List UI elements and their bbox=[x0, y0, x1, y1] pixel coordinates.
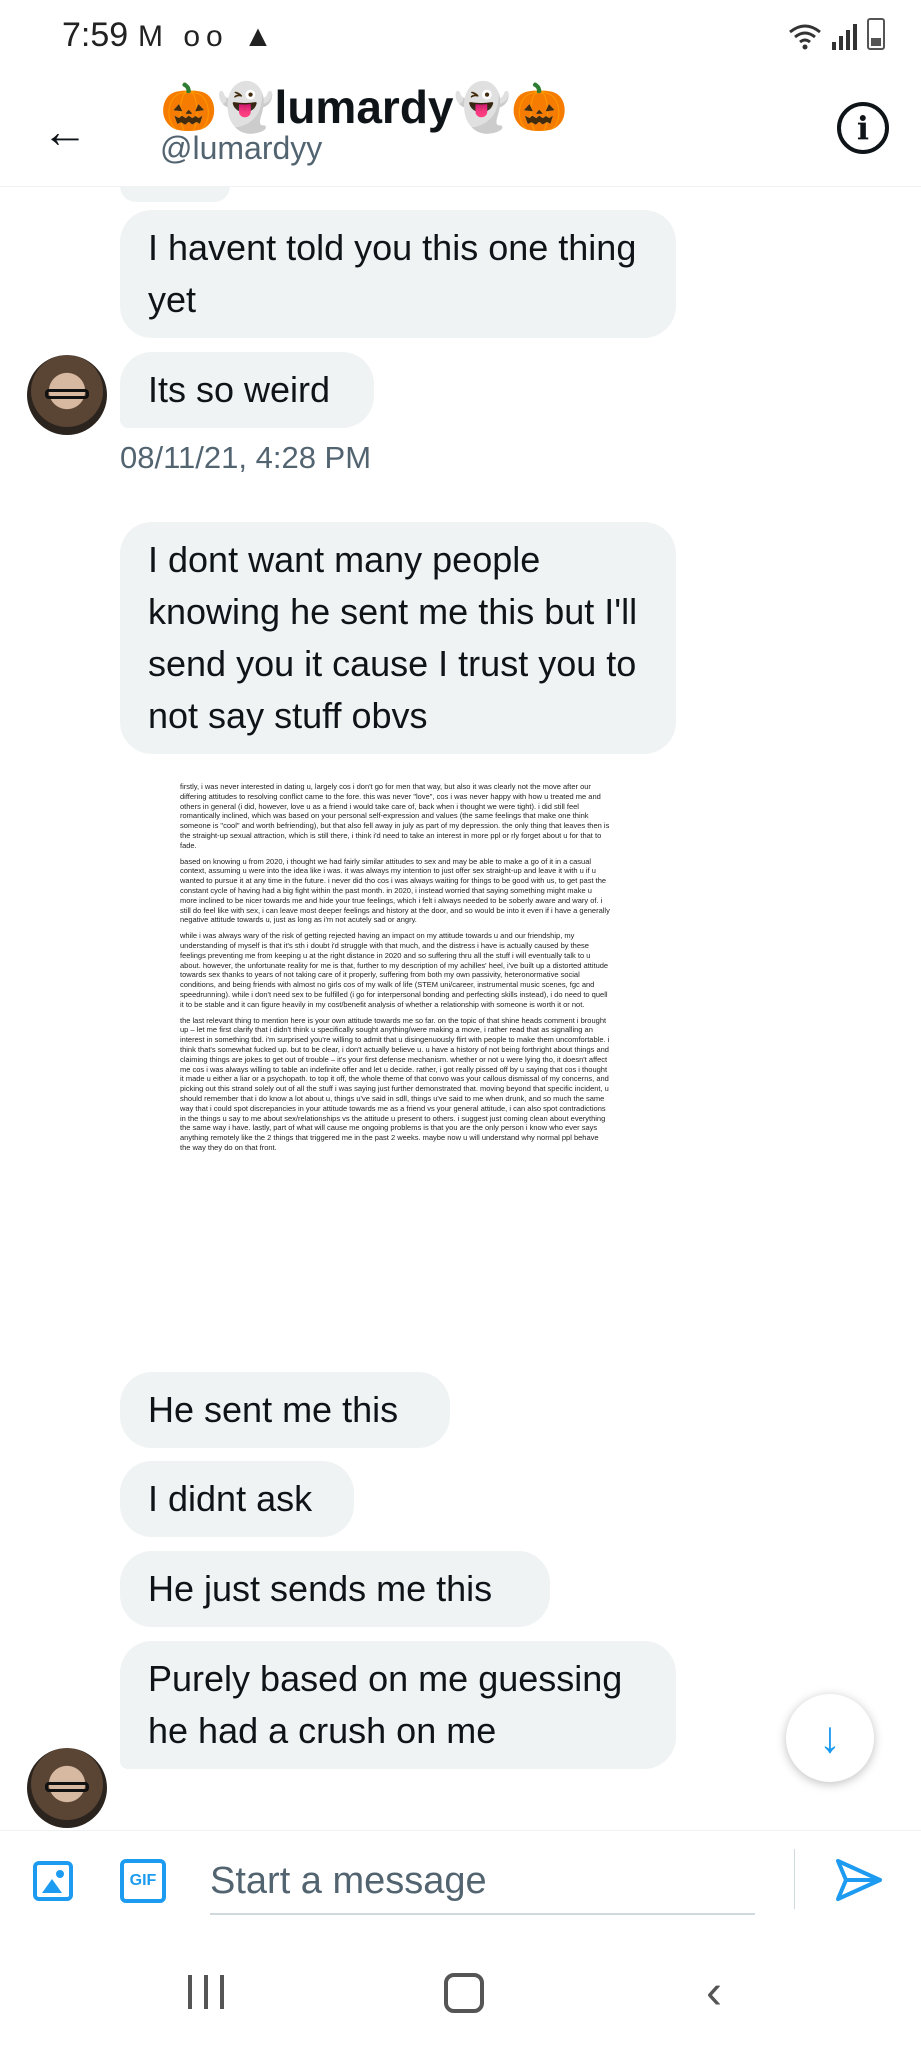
conversation-handle[interactable]: @lumardyy bbox=[160, 130, 322, 167]
home-icon[interactable] bbox=[444, 1973, 484, 2013]
battery-icon bbox=[867, 18, 885, 50]
attachment-paragraph: the last relevant thing to mention here … bbox=[180, 1015, 610, 1152]
message-bubble[interactable]: I dont want many people knowing he sent … bbox=[120, 522, 676, 754]
gif-icon[interactable]: GIF bbox=[120, 1859, 166, 1903]
system-back-icon[interactable]: ‹ bbox=[706, 1965, 722, 2020]
back-arrow-icon[interactable]: ← bbox=[42, 104, 88, 158]
signal-icon bbox=[832, 24, 857, 50]
message-bubble[interactable]: I didnt ask bbox=[120, 1461, 354, 1537]
attachment-paragraph: based on knowing u from 2020, i thought … bbox=[180, 856, 610, 925]
message-text: Its so weird bbox=[148, 369, 331, 410]
avatar[interactable] bbox=[27, 1748, 107, 1828]
recent-apps-icon[interactable] bbox=[188, 1975, 224, 2009]
message-input[interactable] bbox=[210, 1849, 755, 1915]
message-text: I havent told you this one thing yet bbox=[148, 227, 637, 320]
gif-label: GIF bbox=[129, 1872, 157, 1889]
conversation-title[interactable]: 🎃👻lumardy👻🎃 bbox=[160, 80, 568, 135]
message-bubble[interactable]: Purely based on me guessing he had a cru… bbox=[120, 1641, 676, 1769]
attachment-paragraph: firstly, i was never interested in datin… bbox=[180, 782, 610, 850]
scroll-to-bottom-button[interactable]: ↓ bbox=[786, 1694, 874, 1782]
status-right-icons bbox=[788, 18, 885, 50]
avatar[interactable] bbox=[27, 355, 107, 435]
message-bubble[interactable]: Its so weird bbox=[120, 352, 374, 428]
system-navigation-bar: ‹ bbox=[0, 1935, 921, 2048]
message-text: I dont want many people knowing he sent … bbox=[148, 539, 638, 736]
status-bar: 7:59 M oo ▲ bbox=[0, 0, 921, 80]
message-text: He just sends me this bbox=[148, 1568, 493, 1609]
attachment-paragraph: while i was always wary of the risk of g… bbox=[180, 931, 609, 1009]
gmail-icon: M bbox=[138, 20, 169, 53]
arrow-down-icon: ↓ bbox=[819, 1713, 841, 1762]
wifi-icon bbox=[789, 24, 821, 50]
conversation-header: ← 🎃👻lumardy👻🎃 @lumardyy i bbox=[0, 80, 921, 187]
status-left-icons: M oo ▲ bbox=[138, 20, 279, 54]
message-text: He sent me this bbox=[148, 1389, 399, 1430]
message-text: I didnt ask bbox=[148, 1478, 313, 1519]
message-bubble[interactable]: He just sends me this bbox=[120, 1551, 550, 1627]
navigation-icon: ▲ bbox=[243, 20, 279, 53]
status-time: 7:59 bbox=[62, 16, 129, 54]
info-icon[interactable]: i bbox=[837, 102, 889, 154]
attachment-document: firstly, i was never interested in datin… bbox=[180, 782, 610, 1159]
image-attachment[interactable]: firstly, i was never interested in datin… bbox=[120, 770, 640, 1350]
message-text: Purely based on me guessing he had a cru… bbox=[148, 1658, 623, 1751]
previous-message-bubble bbox=[120, 186, 230, 202]
composer-divider bbox=[794, 1849, 795, 1909]
send-icon[interactable] bbox=[834, 1855, 884, 1905]
message-timestamp: 08/11/21, 4:28 PM bbox=[120, 440, 372, 475]
message-bubble[interactable]: He sent me this bbox=[120, 1372, 450, 1448]
message-bubble[interactable]: I havent told you this one thing yet bbox=[120, 210, 676, 338]
message-composer: GIF bbox=[0, 1830, 921, 1936]
image-upload-icon[interactable] bbox=[33, 1861, 73, 1901]
voicemail-icon: oo bbox=[183, 20, 229, 53]
